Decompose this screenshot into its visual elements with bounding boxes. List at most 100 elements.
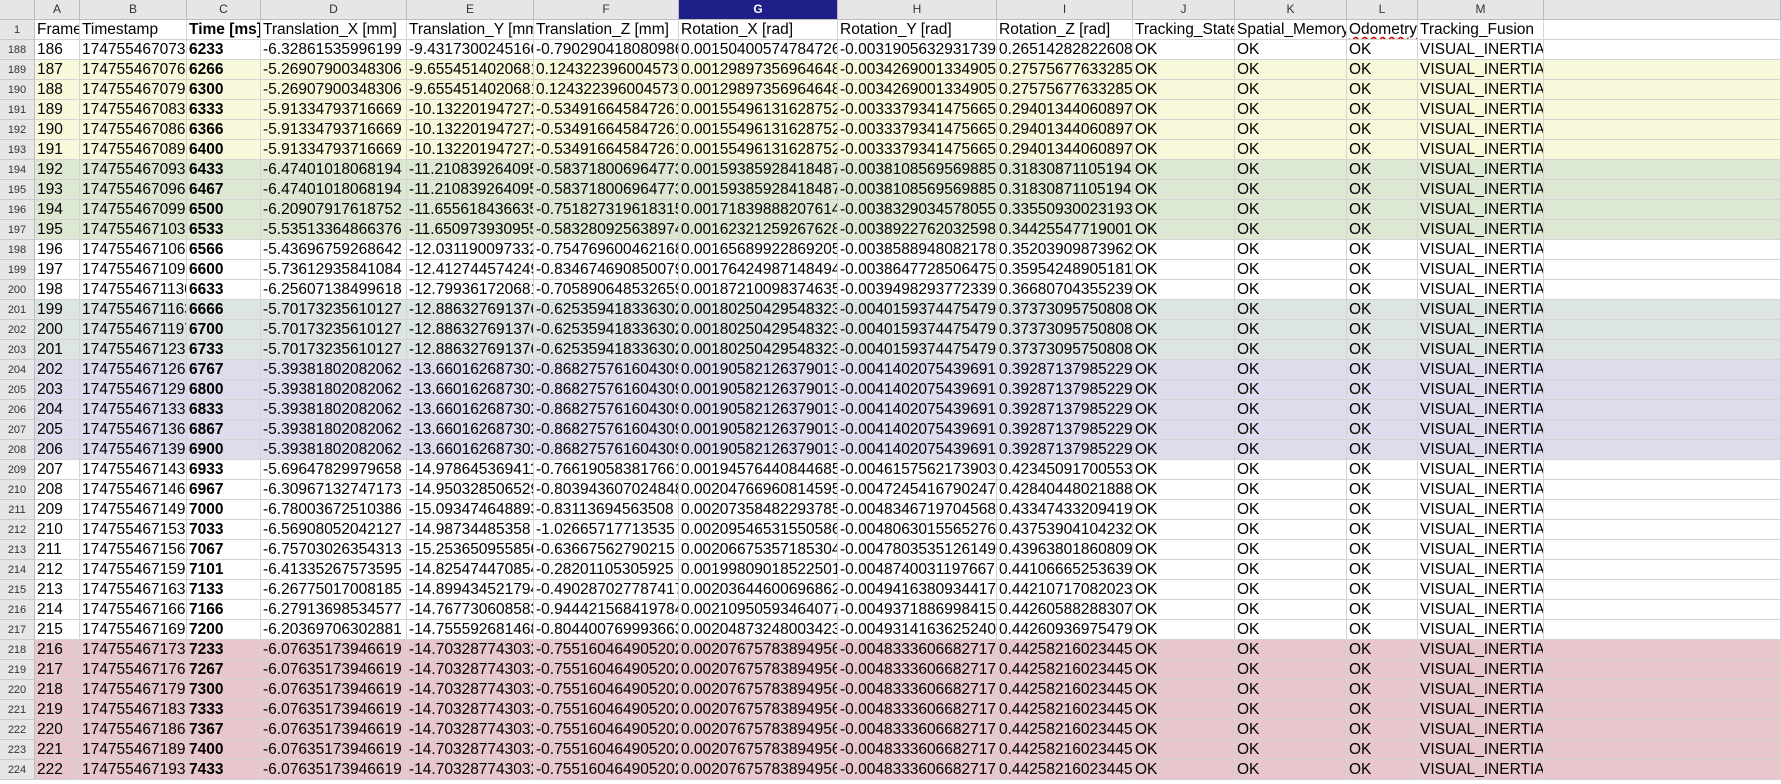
table-cell[interactable]: 0.00155496131628752 <box>679 120 838 140</box>
row-number[interactable]: 194 <box>0 160 35 180</box>
table-cell[interactable]: OK <box>1235 580 1347 600</box>
empty-cell[interactable] <box>1544 540 1781 560</box>
table-cell[interactable]: 0.00190582126379013 <box>679 380 838 400</box>
row-number[interactable]: 203 <box>0 340 35 360</box>
table-cell[interactable]: OK <box>1235 40 1347 60</box>
table-cell[interactable]: 6733 <box>187 340 261 360</box>
column-title[interactable]: Tracking_State <box>1133 20 1235 40</box>
table-cell[interactable]: 0.00203644600696862 <box>679 580 838 600</box>
table-cell[interactable]: -6.07635173946619 <box>261 680 407 700</box>
table-cell[interactable]: -0.00493141636252403 <box>838 620 997 640</box>
table-cell[interactable]: 209 <box>35 500 80 520</box>
table-cell[interactable]: OK <box>1235 100 1347 120</box>
empty-cell[interactable] <box>1544 100 1781 120</box>
table-cell[interactable]: OK <box>1347 140 1418 160</box>
table-cell[interactable]: VISUAL_INERTIAL <box>1418 460 1544 480</box>
table-cell[interactable]: 0.00180250429548323 <box>679 340 838 360</box>
table-cell[interactable]: -5.53513364866376 <box>261 220 407 240</box>
table-cell[interactable]: VISUAL_INERTIAL <box>1418 240 1544 260</box>
table-cell[interactable]: OK <box>1235 400 1347 420</box>
row-number[interactable]: 221 <box>0 700 35 720</box>
table-cell[interactable]: -5.70173235610127 <box>261 320 407 340</box>
table-cell[interactable]: 0.294013440608978 <box>997 120 1133 140</box>
table-cell[interactable]: OK <box>1133 360 1235 380</box>
table-cell[interactable]: OK <box>1347 640 1418 660</box>
table-cell[interactable]: -13.660162687302 <box>407 380 534 400</box>
table-cell[interactable]: VISUAL_INERTIAL <box>1418 180 1544 200</box>
column-title[interactable]: Translation_Z [mm] <box>534 20 679 40</box>
table-cell[interactable]: 1747554671464 <box>80 480 187 500</box>
table-cell[interactable]: -0.00381085695698857 <box>838 180 997 200</box>
table-cell[interactable]: OK <box>1133 40 1235 60</box>
table-cell[interactable]: 0.294013440608978 <box>997 100 1133 120</box>
row-number[interactable]: 209 <box>0 460 35 480</box>
table-cell[interactable]: -6.47401018068194 <box>261 160 407 180</box>
table-cell[interactable]: -0.0046157562173903 <box>838 460 997 480</box>
table-cell[interactable]: 190 <box>35 120 80 140</box>
empty-cell[interactable] <box>1544 260 1781 280</box>
table-cell[interactable]: -14.703287743032 <box>407 700 534 720</box>
table-cell[interactable]: OK <box>1133 540 1235 560</box>
row-number[interactable]: 192 <box>0 120 35 140</box>
table-cell[interactable]: -13.660162687302 <box>407 360 534 380</box>
table-cell[interactable]: -9.6554514020681 <box>407 60 534 80</box>
row-number[interactable]: 210 <box>0 480 35 500</box>
column-title[interactable]: Rotation_X [rad] <box>679 20 838 40</box>
table-cell[interactable]: -5.91334793716669 <box>261 120 407 140</box>
table-cell[interactable]: 0.00194576440844685 <box>679 460 838 480</box>
table-cell[interactable]: OK <box>1235 680 1347 700</box>
table-cell[interactable]: 222 <box>35 760 80 780</box>
table-cell[interactable]: 0.00162321259267628 <box>679 220 838 240</box>
table-cell[interactable]: 6900 <box>187 440 261 460</box>
empty-cell[interactable] <box>1544 520 1781 540</box>
table-cell[interactable]: -0.00483467197045684 <box>838 500 997 520</box>
table-cell[interactable]: OK <box>1347 760 1418 780</box>
table-cell[interactable]: -6.07635173946619 <box>261 720 407 740</box>
table-cell[interactable]: OK <box>1347 540 1418 560</box>
table-cell[interactable]: 205 <box>35 420 80 440</box>
table-cell[interactable]: 6833 <box>187 400 261 420</box>
table-cell[interactable]: 1747554670830 <box>80 100 187 120</box>
table-cell[interactable]: 1747554671730 <box>80 640 187 660</box>
table-cell[interactable]: -0.583718006964773 <box>534 180 679 200</box>
table-cell[interactable]: OK <box>1235 460 1347 480</box>
table-cell[interactable]: OK <box>1347 260 1418 280</box>
table-cell[interactable]: OK <box>1133 420 1235 440</box>
table-cell[interactable]: -11.655618436635 <box>407 200 534 220</box>
table-cell[interactable]: -0.790290418080986 <box>534 40 679 60</box>
table-cell[interactable]: 7200 <box>187 620 261 640</box>
table-cell[interactable]: -0.868275761604309 <box>534 420 679 440</box>
table-cell[interactable]: 6266 <box>187 60 261 80</box>
table-cell[interactable]: VISUAL_INERTIAL <box>1418 40 1544 60</box>
table-cell[interactable]: -11.210839264095 <box>407 180 534 200</box>
table-cell[interactable]: 0.00210950593464077 <box>679 600 838 620</box>
table-cell[interactable]: 0.00207675783894956 <box>679 660 838 680</box>
table-cell[interactable]: 6333 <box>187 100 261 120</box>
column-header-d[interactable]: D <box>261 0 407 19</box>
table-cell[interactable]: OK <box>1235 740 1347 760</box>
table-cell[interactable]: 1747554671197 <box>80 320 187 340</box>
table-cell[interactable]: 6566 <box>187 240 261 260</box>
column-header-i[interactable]: I <box>997 0 1133 19</box>
table-cell[interactable]: OK <box>1133 260 1235 280</box>
table-cell[interactable]: 7033 <box>187 520 261 540</box>
column-header-b[interactable]: B <box>80 0 187 19</box>
table-cell[interactable]: 6400 <box>187 140 261 160</box>
table-cell[interactable]: -0.00494163809344173 <box>838 580 997 600</box>
table-cell[interactable]: 0.00129897356964648 <box>679 60 838 80</box>
column-title[interactable]: Tracking_Fusion <box>1418 20 1544 40</box>
empty-cell[interactable] <box>1544 400 1781 420</box>
table-cell[interactable]: VISUAL_INERTIAL <box>1418 200 1544 220</box>
table-cell[interactable]: OK <box>1133 580 1235 600</box>
table-cell[interactable]: 0.00207675783894956 <box>679 640 838 660</box>
table-cell[interactable]: VISUAL_INERTIAL <box>1418 420 1544 440</box>
table-cell[interactable]: -0.00319056329317391 <box>838 40 997 60</box>
table-cell[interactable]: 1747554671264 <box>80 360 187 380</box>
table-cell[interactable]: -0.755160464905202 <box>534 740 679 760</box>
table-cell[interactable]: 0.442107170820236 <box>997 580 1133 600</box>
table-cell[interactable]: -0.583280925638974 <box>534 220 679 240</box>
table-cell[interactable]: OK <box>1235 140 1347 160</box>
table-cell[interactable]: OK <box>1235 520 1347 540</box>
table-cell[interactable]: -0.00386477285064757 <box>838 260 997 280</box>
table-cell[interactable]: 6767 <box>187 360 261 380</box>
